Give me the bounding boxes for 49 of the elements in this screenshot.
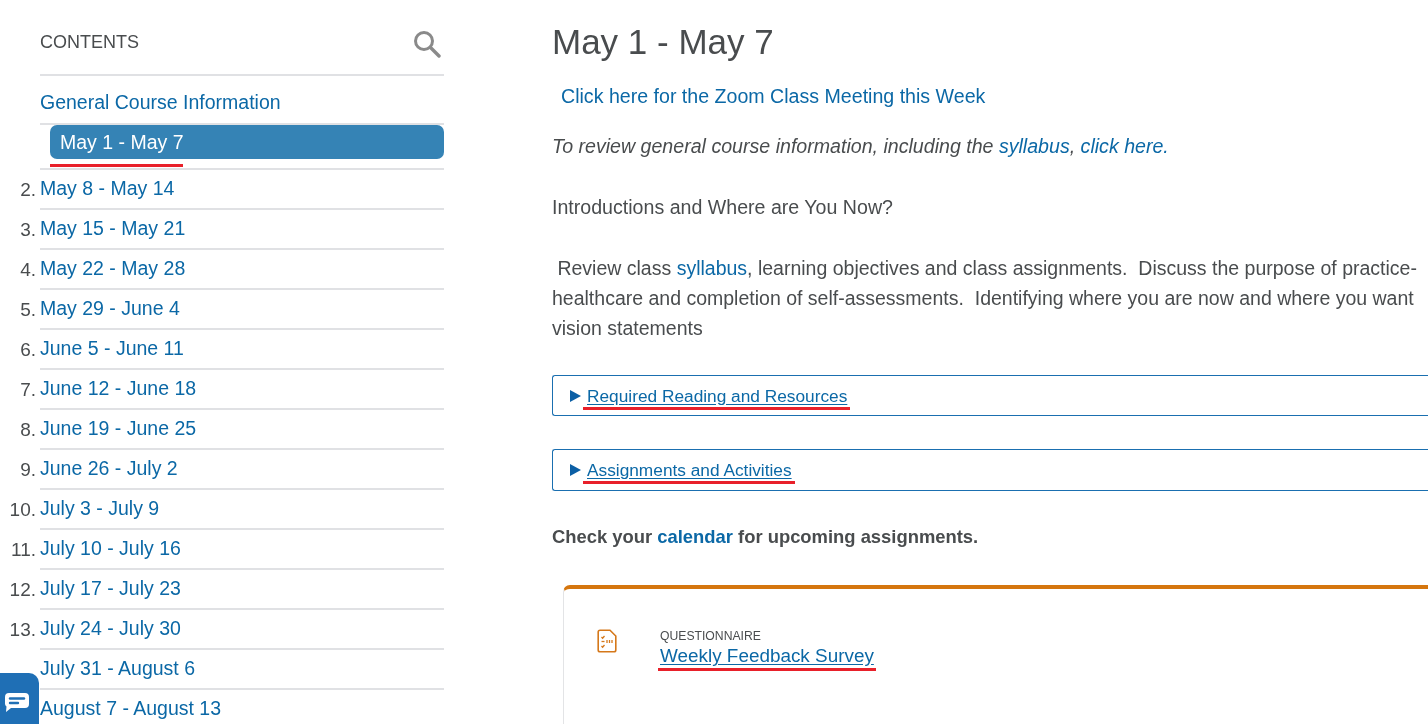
nav-item[interactable]: June 26 - July 2 bbox=[40, 456, 178, 480]
nav-item[interactable]: July 3 - July 9 bbox=[40, 496, 160, 520]
page-title: May 1 - May 7 bbox=[552, 21, 775, 63]
week-description: Review class syllabus, learning objectives and class assignments. Discuss the purpose of practice- healthcare and completion of self-assessments. Identifying where you are now and where you want vision statements bbox=[552, 256, 1418, 341]
nav-item[interactable]: July 17 - July 23 bbox=[40, 576, 181, 600]
chat-bubble-icon bbox=[5, 693, 29, 712]
text-link[interactable]: syllabus bbox=[676, 257, 748, 279]
list-number: 5. bbox=[20, 299, 36, 321]
list-number: 4. bbox=[20, 259, 36, 281]
activity-type: QUESTIONNAIRE bbox=[660, 628, 761, 644]
nav-item[interactable]: June 5 - June 11 bbox=[40, 336, 184, 360]
list-number: 12. bbox=[9, 579, 36, 601]
nav-item[interactable]: June 19 - June 25 bbox=[40, 416, 197, 440]
nav-item[interactable]: July 31 - August 6 bbox=[40, 656, 195, 680]
nav-item[interactable]: June 12 - June 18 bbox=[40, 376, 197, 400]
nav-item[interactable]: May 29 - June 4 bbox=[40, 296, 180, 320]
text-link[interactable]: click here. bbox=[1080, 135, 1169, 157]
nav-item[interactable]: May 8 - May 14 bbox=[40, 176, 175, 200]
text-link[interactable]: syllabus bbox=[998, 135, 1070, 157]
list-number: 6. bbox=[20, 339, 36, 361]
collapsible-section[interactable]: Required Reading and Resources bbox=[552, 375, 1428, 416]
list-number: 10. bbox=[9, 499, 36, 521]
section-link[interactable]: Assignments and Activities bbox=[587, 460, 792, 480]
nav-item[interactable]: July 10 - July 16 bbox=[40, 536, 181, 560]
list-number: 7. bbox=[20, 379, 36, 401]
nav-item[interactable]: General Course Information bbox=[40, 90, 281, 114]
nav-item[interactable]: August 7 - August 13 bbox=[40, 696, 222, 720]
survey-link[interactable]: Weekly Feedback Survey bbox=[660, 645, 874, 666]
nav-item[interactable]: May 22 - May 28 bbox=[40, 256, 186, 280]
text-link[interactable]: calendar bbox=[657, 526, 733, 547]
list-number: 13. bbox=[9, 619, 36, 641]
nav-item[interactable]: May 15 - May 21 bbox=[40, 216, 186, 240]
search-icon[interactable] bbox=[413, 30, 441, 58]
nav-item[interactable]: July 24 - July 30 bbox=[40, 616, 181, 640]
nav-item[interactable]: May 1 - May 7 bbox=[50, 125, 444, 159]
calendar-note: Check your calendar for upcoming assignments. bbox=[552, 525, 980, 549]
section-link[interactable]: Required Reading and Resources bbox=[587, 385, 848, 406]
chat-button[interactable] bbox=[0, 673, 39, 724]
list-number: 8. bbox=[20, 419, 36, 441]
list-number: 9. bbox=[20, 459, 36, 481]
list-number: 3. bbox=[20, 219, 36, 241]
week-topic: Introductions and Where are You Now? bbox=[552, 195, 894, 220]
list-number: 11. bbox=[11, 539, 36, 561]
list-number: 2. bbox=[20, 179, 36, 201]
questionnaire-icon bbox=[597, 629, 617, 653]
collapsible-section[interactable]: Assignments and Activities bbox=[552, 449, 1428, 491]
zoom-meeting-link[interactable]: Click here for the Zoom Class Meeting this Week bbox=[561, 85, 986, 107]
sidebar-heading: CONTENTS bbox=[40, 32, 139, 52]
course-info-note: To review general course information, including the syllabus, click here. bbox=[552, 134, 1170, 159]
